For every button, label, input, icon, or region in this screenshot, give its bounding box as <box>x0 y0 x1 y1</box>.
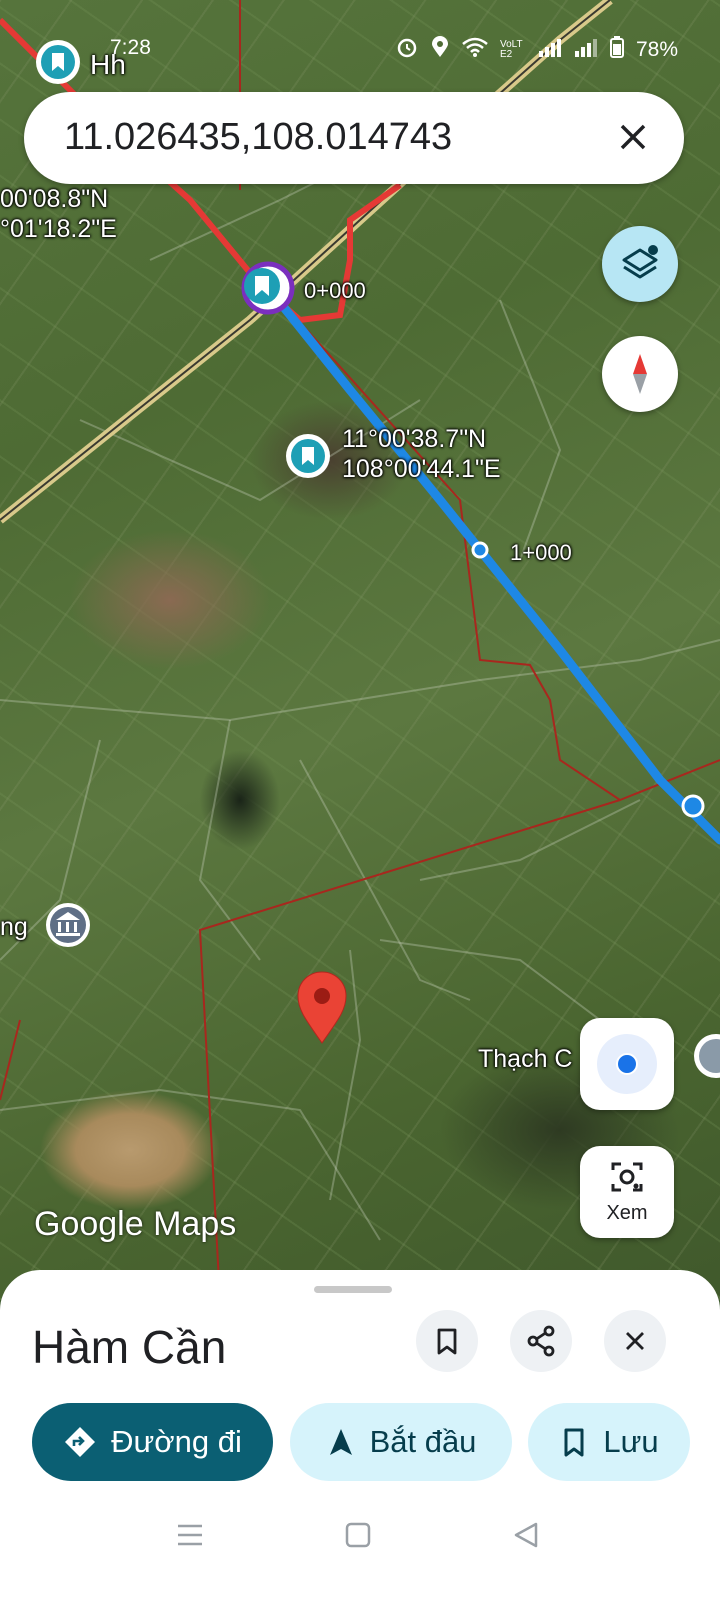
share-icon <box>527 1325 555 1357</box>
battery-percent: 78% <box>635 38 678 61</box>
save-place-button[interactable] <box>416 1310 478 1372</box>
home-nav-button[interactable] <box>344 1520 372 1555</box>
close-icon <box>626 1332 644 1350</box>
directions-icon <box>65 1427 96 1457</box>
search-bar[interactable]: 11.026435,108.014743 <box>24 92 684 184</box>
menu-nav-button[interactable] <box>176 1520 204 1555</box>
compass-icon <box>633 354 647 394</box>
location-icon <box>430 36 450 64</box>
map-label-km-one: 1+000 <box>510 540 572 565</box>
menu-icon <box>178 1524 202 1546</box>
lens-camera-icon <box>611 1162 643 1192</box>
volte-indicator: VoLTE2 <box>499 39 523 60</box>
clear-search-button[interactable] <box>610 114 656 160</box>
status-time: 7:28 <box>110 36 151 59</box>
signal-icon <box>538 37 562 63</box>
km-one-marker <box>471 541 489 559</box>
signal-icon-2 <box>574 37 598 63</box>
my-location-icon <box>597 1034 657 1094</box>
sheet-drag-handle[interactable] <box>314 1286 392 1293</box>
google-maps-watermark: Google Maps <box>34 1205 237 1243</box>
my-location-button[interactable] <box>580 1018 674 1110</box>
compass-button[interactable] <box>602 336 678 412</box>
view-button[interactable]: Xem <box>580 1146 674 1238</box>
saved-pin-marker[interactable] <box>286 434 330 478</box>
map-label-km-zero: 0+000 <box>304 278 366 303</box>
save-button[interactable]: Lưu <box>528 1403 690 1481</box>
layers-button[interactable] <box>602 226 678 302</box>
share-button[interactable] <box>510 1310 572 1372</box>
alarm-icon <box>396 36 418 64</box>
view-button-label: Xem <box>606 1202 648 1224</box>
directions-button[interactable]: Đường đi <box>32 1403 273 1481</box>
map-label-coordinates-center: 11°00'38.7"N 108°00'44.1"E <box>342 425 501 483</box>
map-label-coordinates-left: 00'08.8"N °01'18.2"E <box>0 185 117 243</box>
square-home-icon <box>345 1522 371 1548</box>
search-query-text[interactable]: 11.026435,108.014743 <box>64 116 452 159</box>
wifi-icon <box>462 37 488 63</box>
route-end-marker <box>681 794 705 818</box>
directions-label: Đường đi <box>111 1424 242 1459</box>
back-nav-button[interactable] <box>512 1520 540 1555</box>
map-label-place-left: ng <box>0 913 28 941</box>
battery-icon <box>609 36 624 64</box>
map-label-place-right: Thạch C <box>478 1045 573 1073</box>
start-button[interactable]: Bắt đầu <box>290 1403 512 1481</box>
layers-icon <box>622 245 658 279</box>
back-triangle-icon <box>514 1522 538 1548</box>
close-sheet-button[interactable] <box>604 1310 666 1372</box>
place-title: Hàm Cần <box>32 1321 227 1373</box>
navigation-arrow-icon <box>329 1429 352 1455</box>
save-label: Lưu <box>603 1424 659 1459</box>
status-icons: VoLTE2 78% <box>396 36 678 64</box>
bookmark-icon <box>437 1328 457 1355</box>
close-icon <box>620 124 646 150</box>
status-bar: 7:28 VoLTE2 78% <box>0 28 720 68</box>
system-nav-bar <box>0 1490 720 1600</box>
bookmark-icon <box>564 1428 584 1457</box>
dropped-pin-icon[interactable] <box>297 971 347 1044</box>
start-label: Bắt đầu <box>369 1424 477 1459</box>
